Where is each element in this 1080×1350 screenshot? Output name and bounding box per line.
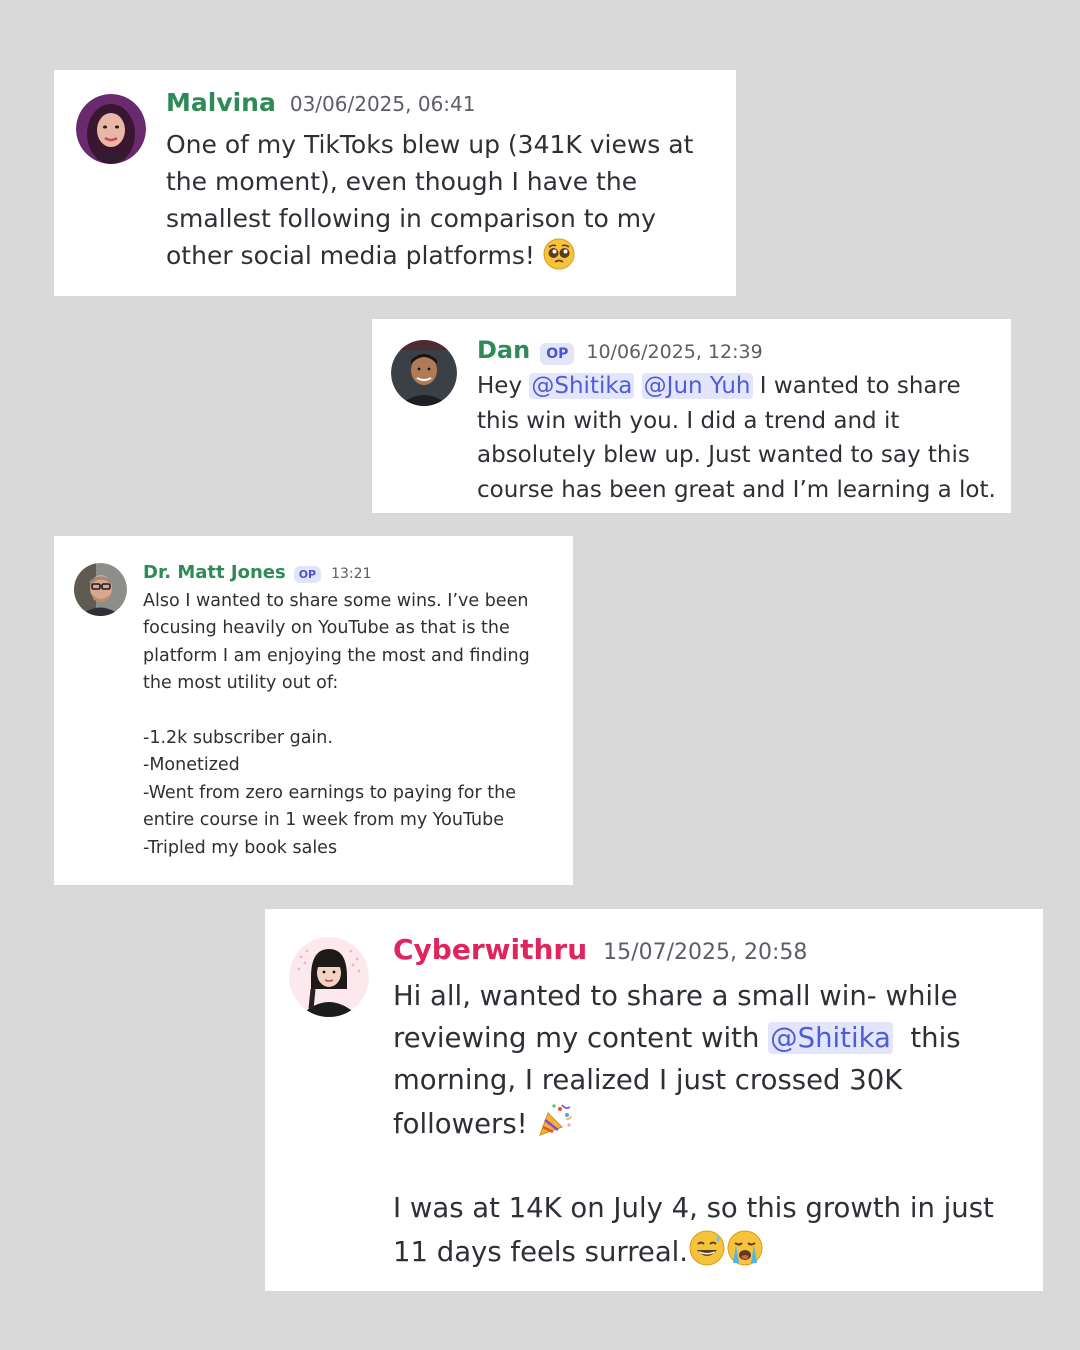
mention-shitika[interactable]: @Shitika [529, 373, 635, 399]
avatar[interactable] [74, 563, 127, 616]
message-body: One of my TikToks blew up (341K views at… [166, 126, 726, 274]
list-item: -Monetized [143, 755, 240, 776]
mention-jun-yuh[interactable]: @Jun Yuh [641, 373, 753, 399]
author-name[interactable]: Malvina [166, 88, 276, 117]
author-name[interactable]: Dr. Matt Jones [143, 562, 286, 583]
sweat-smile-face-icon [688, 1229, 726, 1267]
message-card-dan: Dan OP 10/06/2025, 12:39 Hey @Shitika @J… [372, 319, 1011, 513]
timestamp: 15/07/2025, 20:58 [603, 940, 808, 965]
party-popper-icon [536, 1101, 574, 1139]
message-intro: Also I wanted to share some wins. I’ve b… [143, 591, 536, 694]
loudly-crying-face-icon [726, 1229, 764, 1267]
op-badge: OP [293, 566, 322, 583]
timestamp: 10/06/2025, 12:39 [586, 341, 763, 363]
message-body: Hi all, wanted to share a small win- whi… [393, 975, 1033, 1273]
op-badge: OP [540, 343, 575, 365]
avatar[interactable] [76, 94, 146, 164]
list-item: -1.2k subscriber gain. [143, 728, 333, 749]
message-card-malvina: Malvina 03/06/2025, 06:41 One of my TikT… [54, 70, 736, 296]
list-item: -Tripled my book sales [143, 837, 338, 858]
message-text: One of my TikToks blew up (341K views at… [166, 130, 702, 270]
message-prefix: Hey [477, 373, 530, 399]
message-card-cyberwithru: Cyberwithru 15/07/2025, 20:58 Hi all, wa… [265, 909, 1043, 1291]
mention-shitika[interactable]: @Shitika [768, 1022, 893, 1054]
message-body: Hey @Shitika @Jun Yuh I wanted to share … [477, 369, 1002, 507]
timestamp: 13:21 [331, 566, 372, 582]
author-name[interactable]: Cyberwithru [393, 933, 587, 966]
message-body: Also I wanted to share some wins. I’ve b… [143, 588, 563, 862]
list-item: -Went from zero earnings to paying for t… [143, 782, 522, 831]
author-name[interactable]: Dan [477, 336, 530, 364]
pleading-face-icon [543, 238, 575, 270]
avatar[interactable] [391, 340, 457, 406]
message-card-matt-jones: Dr. Matt Jones OP 13:21 Also I wanted to… [54, 536, 573, 885]
timestamp: 03/06/2025, 06:41 [289, 92, 476, 116]
avatar[interactable] [289, 937, 369, 1017]
